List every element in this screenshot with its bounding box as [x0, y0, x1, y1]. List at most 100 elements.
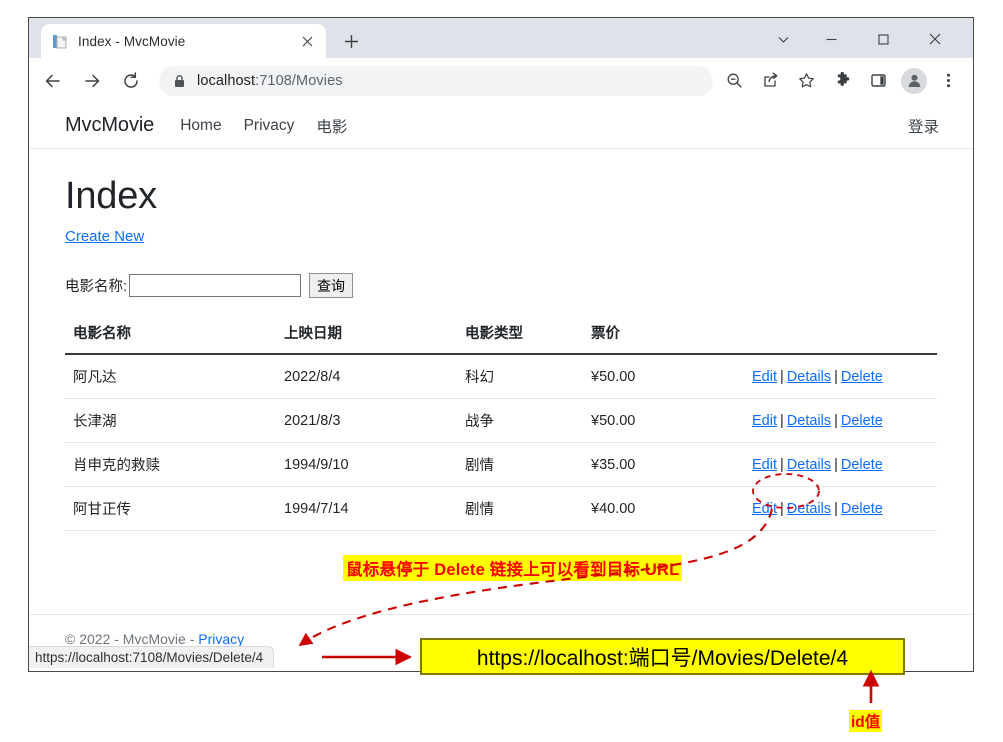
nav-link-login[interactable]: 登录 [908, 115, 939, 137]
address-bar[interactable]: localhost:7108/Movies [159, 65, 713, 96]
cell-row-actions: Edit | Details | Delete [744, 398, 937, 443]
lock-icon [173, 74, 186, 88]
star-outline-icon[interactable] [791, 66, 821, 96]
action-separator: | [780, 368, 784, 385]
address-bar-url: localhost:7108/Movies [197, 73, 343, 89]
footer-privacy-link[interactable]: Privacy [198, 631, 244, 647]
puzzle-piece-icon[interactable] [827, 66, 857, 96]
share-icon[interactable] [755, 66, 785, 96]
toolbar-actions [713, 66, 973, 96]
cell-movie-title: 长津湖 [65, 398, 276, 443]
search-input[interactable] [129, 274, 302, 297]
annotation-hover-note: 鼠标悬停于 Delete 链接上可以看到目标 URL [343, 555, 683, 581]
action-separator: | [834, 456, 838, 473]
new-tab-button[interactable] [339, 29, 363, 53]
table-row: 肖申克的救赎 1994/9/10 剧情 ¥35.00 Edit | Details | Dele… [65, 442, 937, 487]
cell-genre: 科幻 [457, 354, 583, 399]
create-new-link[interactable]: Create New [65, 228, 144, 245]
screenshot-root: Index - MvcMovie localhost:7108/Movies M… [0, 0, 1003, 742]
nav-link-home[interactable]: Home [180, 117, 221, 135]
table-row: 阿甘正传 1994/7/14 剧情 ¥40.00 Edit | Details | Delete [65, 486, 937, 531]
minimize-icon[interactable] [813, 25, 849, 53]
action-link-details[interactable]: Details [787, 413, 831, 429]
action-link-edit[interactable]: Edit [752, 413, 777, 429]
browser-tab-active[interactable]: Index - MvcMovie [41, 24, 326, 58]
action-separator: | [834, 412, 838, 429]
action-link-delete[interactable]: Delete [841, 369, 883, 385]
action-link-edit[interactable]: Edit [752, 457, 777, 473]
action-separator: | [780, 456, 784, 473]
cell-row-actions: Edit | Details | Delete [744, 354, 937, 399]
maximize-square-icon[interactable] [865, 25, 901, 53]
movies-table: 电影名称 上映日期 电影类型 票价 阿凡达 2022/8/4 科幻 ¥50.00 Edi… [65, 316, 937, 531]
zoom-out-icon[interactable] [719, 66, 749, 96]
address-bar-path: :7108/Movies [255, 72, 343, 89]
annotation-id-note: id值 [849, 710, 883, 732]
action-separator: | [834, 500, 838, 517]
close-icon[interactable] [298, 32, 316, 50]
cell-release-date: 1994/9/10 [276, 442, 457, 487]
cell-price: ¥40.00 [583, 486, 744, 531]
table-body: 阿凡达 2022/8/4 科幻 ¥50.00 Edit | Details | Delete 长津… [65, 354, 937, 531]
arrow-left-icon[interactable] [38, 66, 68, 96]
cell-release-date: 1994/7/14 [276, 486, 457, 531]
action-link-delete[interactable]: Delete [841, 413, 883, 429]
action-separator: | [780, 412, 784, 429]
action-separator: | [834, 368, 838, 385]
arrow-right-icon[interactable] [77, 66, 107, 96]
action-link-details[interactable]: Details [787, 501, 831, 517]
cell-genre: 战争 [457, 398, 583, 443]
cell-row-actions: Edit | Details | Delete [744, 442, 937, 487]
nav-link-movies[interactable]: 电影 [316, 115, 347, 137]
chevron-down-icon[interactable] [765, 25, 801, 53]
cell-release-date: 2022/8/4 [276, 354, 457, 399]
action-link-details[interactable]: Details [787, 457, 831, 473]
tab-strip: Index - MvcMovie [29, 18, 973, 58]
movie-search-form: 电影名称: 查询 [65, 273, 937, 298]
table-header: 电影名称 上映日期 电影类型 票价 [65, 316, 937, 355]
action-link-edit[interactable]: Edit [752, 369, 777, 385]
cell-movie-title: 阿甘正传 [65, 486, 276, 531]
account-avatar-icon[interactable] [901, 67, 927, 94]
table-row: 阿凡达 2022/8/4 科幻 ¥50.00 Edit | Details | Delete [65, 354, 937, 399]
column-header-genre: 电影类型 [457, 316, 583, 355]
action-link-details[interactable]: Details [787, 369, 831, 385]
nav-link-privacy[interactable]: Privacy [244, 117, 295, 135]
cell-movie-title: 阿凡达 [65, 354, 276, 399]
search-label: 电影名称: [65, 279, 128, 295]
table-row: 长津湖 2021/8/3 战争 ¥50.00 Edit | Details | Delete [65, 398, 937, 443]
browser-toolbar: localhost:7108/Movies [29, 58, 973, 103]
footer-copyright: © 2022 - MvcMovie - [65, 631, 199, 647]
column-header-title: 电影名称 [65, 316, 276, 355]
cell-release-date: 2021/8/3 [276, 398, 457, 443]
column-header-price: 票价 [583, 316, 744, 355]
column-header-date: 上映日期 [276, 316, 457, 355]
action-link-delete[interactable]: Delete [841, 457, 883, 473]
action-link-delete[interactable]: Delete [841, 501, 883, 517]
cell-movie-title: 肖申克的救赎 [65, 442, 276, 487]
annotation-url-box: https://localhost:端口号/Movies/Delete/4 [420, 638, 905, 675]
browser-status-bar-url: https://localhost:7108/Movies/Delete/4 [29, 646, 275, 668]
cell-row-actions: Edit | Details | Delete [744, 486, 937, 531]
site-brand[interactable]: MvcMovie [65, 114, 154, 137]
reload-icon[interactable] [116, 66, 146, 96]
table-header-row: 电影名称 上映日期 电影类型 票价 [65, 316, 937, 355]
page-content: Index Create New 电影名称: 查询 电影名称 上映日期 电影类型… [29, 149, 973, 531]
page-title: Index [65, 175, 157, 217]
search-submit-button[interactable]: 查询 [309, 273, 354, 298]
close-x-icon[interactable] [917, 25, 953, 53]
page-viewport: MvcMovie Home Privacy 电影 登录 Index Create… [29, 103, 973, 671]
column-header-actions [744, 316, 937, 355]
cell-price: ¥50.00 [583, 354, 744, 399]
action-separator: | [780, 500, 784, 517]
cell-genre: 剧情 [457, 486, 583, 531]
three-dot-menu-icon[interactable] [933, 66, 963, 96]
browser-tab-title: Index - MvcMovie [78, 33, 186, 49]
page-document-icon [51, 33, 68, 50]
side-panel-icon[interactable] [863, 66, 893, 96]
action-link-edit[interactable]: Edit [752, 501, 777, 517]
site-navbar: MvcMovie Home Privacy 电影 登录 [29, 103, 973, 149]
cell-price: ¥35.00 [583, 442, 744, 487]
cell-genre: 剧情 [457, 442, 583, 487]
cell-price: ¥50.00 [583, 398, 744, 443]
